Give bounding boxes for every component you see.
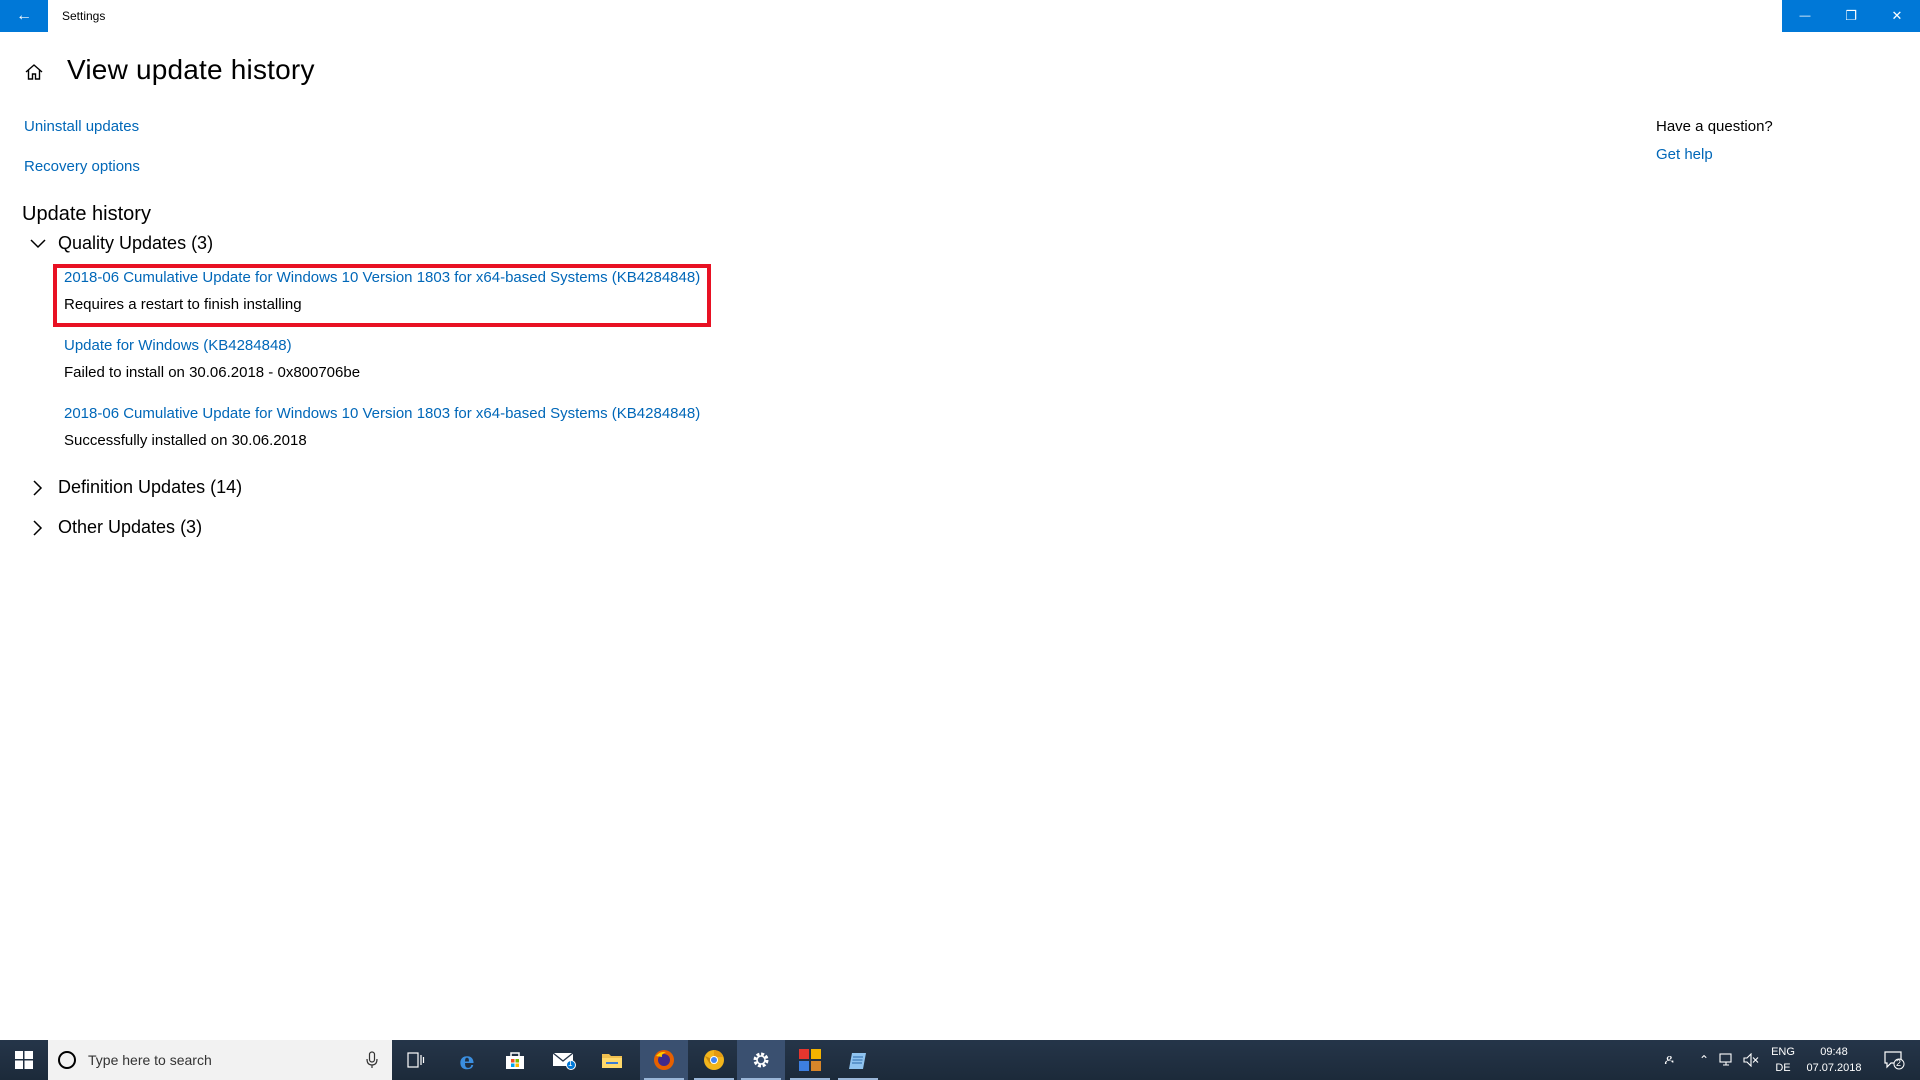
restore-button[interactable]: ❐	[1828, 0, 1874, 32]
chevron-down-icon	[30, 238, 46, 248]
group-label: Definition Updates (14)	[58, 477, 243, 497]
window-title: Settings	[62, 9, 106, 23]
uninstall-updates-link[interactable]: Uninstall updates	[24, 118, 139, 135]
start-button[interactable]	[0, 1040, 48, 1080]
update-status: Successfully installed on 30.06.2018	[64, 432, 307, 449]
other-updates-group-toggle[interactable]: Other Updates (3)	[28, 517, 202, 538]
update-link[interactable]: 2018-06 Cumulative Update for Windows 10…	[64, 405, 700, 422]
action-center-icon	[1884, 1051, 1905, 1070]
input-language-indicator[interactable]: ENG DE	[1768, 1044, 1798, 1076]
task-view-icon	[407, 1052, 425, 1068]
taskbar-clock[interactable]: 09:48 07.07.2018	[1804, 1044, 1864, 1076]
recovery-options-link[interactable]: Recovery options	[24, 158, 140, 175]
office-button[interactable]	[786, 1040, 834, 1080]
page-title: View update history	[67, 54, 315, 85]
store-icon	[506, 1052, 524, 1069]
volume-muted-icon	[1743, 1053, 1759, 1067]
update-link[interactable]: Update for Windows (KB4284848)	[64, 337, 360, 354]
chevron-right-icon	[33, 519, 43, 536]
edge-button[interactable]: e	[443, 1040, 491, 1080]
file-explorer-button[interactable]	[588, 1040, 636, 1080]
restore-icon: ❐	[1845, 8, 1857, 23]
store-button[interactable]	[491, 1040, 539, 1080]
windows-logo-icon	[15, 1051, 33, 1069]
get-help-link[interactable]: Get help	[1656, 146, 1713, 163]
notepad-icon	[849, 1053, 866, 1069]
highlight-annotation	[53, 264, 711, 327]
firefox-button[interactable]	[640, 1040, 688, 1080]
show-hidden-icons-button[interactable]: ⌃	[1693, 1040, 1715, 1080]
clock-time: 09:48	[1820, 1046, 1848, 1058]
home-icon[interactable]	[24, 62, 44, 82]
clock-date: 07.07.2018	[1806, 1062, 1862, 1074]
people-icon: ዶ	[1664, 1052, 1674, 1067]
taskbar-search-box[interactable]: Type here to search	[48, 1040, 392, 1080]
settings-window: ← Settings — ❐ ✕ View update history Uni…	[0, 0, 1920, 1040]
back-arrow-icon: ←	[16, 7, 32, 24]
file-explorer-icon	[602, 1054, 622, 1068]
network-icon	[1719, 1053, 1732, 1066]
people-button[interactable]: ዶ	[1654, 1040, 1684, 1080]
notification-count-badge: 2	[1896, 1058, 1902, 1068]
network-button[interactable]	[1716, 1040, 1738, 1080]
taskbar: Type here to search e 1 ዶ ⌃ ENG DE 09:48…	[0, 1040, 1920, 1080]
definition-updates-group-toggle[interactable]: Definition Updates (14)	[28, 477, 242, 498]
help-heading: Have a question?	[1656, 118, 1773, 135]
microphone-icon[interactable]	[366, 1051, 378, 1069]
mail-badge-count: 1	[568, 1059, 573, 1068]
settings-button[interactable]	[737, 1040, 785, 1080]
close-button[interactable]: ✕	[1874, 0, 1920, 32]
settings-icon	[753, 1052, 769, 1068]
notepad-button[interactable]	[834, 1040, 882, 1080]
update-item: 2018-06 Cumulative Update for Windows 10…	[64, 405, 700, 449]
edge-icon: e	[459, 1045, 475, 1075]
chevron-up-icon: ⌃	[1698, 1053, 1710, 1067]
minimize-button[interactable]: —	[1782, 0, 1828, 32]
volume-button[interactable]	[1740, 1040, 1762, 1080]
office-icon	[799, 1049, 821, 1071]
chevron-right-icon	[33, 479, 43, 496]
update-item: Update for Windows (KB4284848) Failed to…	[64, 337, 360, 381]
update-history-heading: Update history	[22, 203, 151, 225]
close-icon: ✕	[1891, 8, 1903, 23]
firefox-icon	[654, 1050, 674, 1070]
title-bar: ← Settings — ❐ ✕	[0, 0, 1920, 32]
window-controls: — ❐ ✕	[1782, 0, 1920, 32]
search-placeholder: Type here to search	[88, 1052, 212, 1068]
group-label: Quality Updates (3)	[58, 233, 214, 253]
mail-button[interactable]: 1	[540, 1040, 588, 1080]
chrome-canary-button[interactable]	[690, 1040, 738, 1080]
back-button[interactable]: ←	[0, 0, 48, 32]
minimize-icon: —	[1799, 10, 1811, 22]
group-label: Other Updates (3)	[58, 517, 203, 537]
language-label: ENG	[1771, 1046, 1795, 1058]
chrome-canary-icon	[704, 1050, 724, 1070]
keyboard-layout-label: DE	[1775, 1062, 1791, 1074]
task-view-button[interactable]	[392, 1040, 440, 1080]
quality-updates-group-toggle[interactable]: Quality Updates (3)	[28, 233, 213, 254]
action-center-button[interactable]: 2	[1874, 1040, 1914, 1080]
cortana-icon	[58, 1051, 76, 1069]
update-status: Failed to install on 30.06.2018 - 0x8007…	[64, 364, 361, 381]
